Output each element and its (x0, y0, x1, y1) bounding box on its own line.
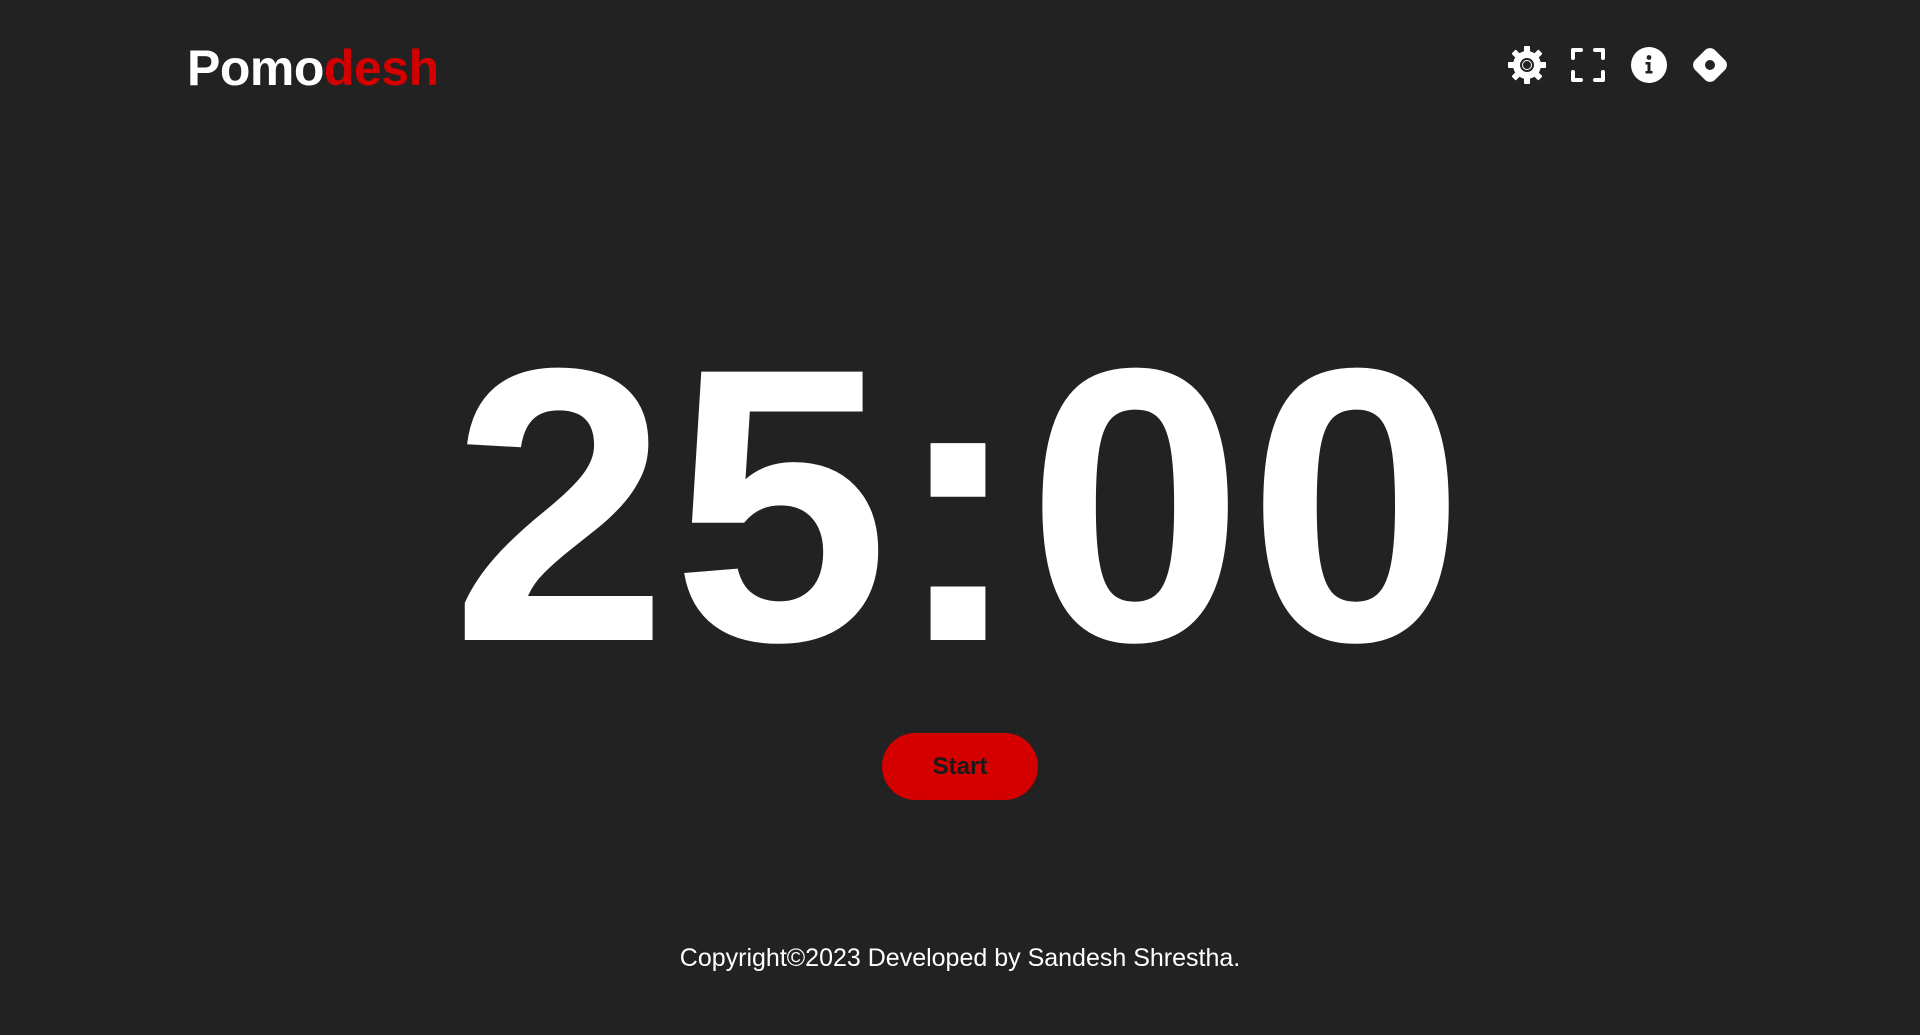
tips-button[interactable] (1689, 44, 1731, 86)
header-toolbar (1506, 44, 1731, 86)
fullscreen-button[interactable] (1567, 44, 1609, 86)
settings-icon (1508, 46, 1546, 84)
start-button[interactable]: Start (882, 733, 1038, 800)
info-button[interactable] (1628, 44, 1670, 86)
info-icon (1631, 47, 1667, 83)
app-page: Pomodesh 25:00 Start Copyright©2023 Deve… (0, 0, 1920, 1035)
logo-text-pomo: Pomo (187, 40, 324, 96)
app-logo[interactable]: Pomodesh (187, 38, 439, 98)
fullscreen-icon (1571, 48, 1605, 82)
footer-copyright: Copyright©2023 Developed by Sandesh Shre… (679, 944, 1241, 972)
tips-icon (1693, 48, 1727, 82)
timer-display: 25:00 (451, 287, 1469, 723)
logo-text-desh: desh (323, 40, 439, 96)
settings-button[interactable] (1506, 44, 1548, 86)
